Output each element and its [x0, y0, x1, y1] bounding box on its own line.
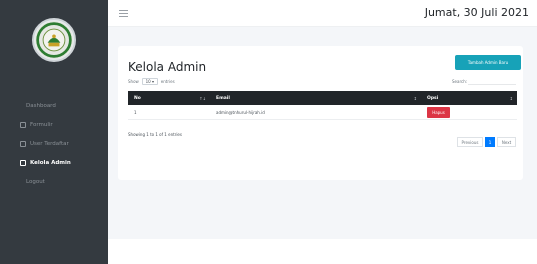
chevron-down-icon: ▾	[150, 79, 154, 84]
menu-toggle-icon[interactable]	[119, 10, 128, 17]
sidebar-item-logout[interactable]: Logout	[0, 172, 108, 191]
form-icon	[20, 121, 26, 128]
entries-select[interactable]: 10 ▾	[141, 78, 158, 85]
page-title: Kelola Admin	[128, 60, 207, 74]
entries-label: entries	[160, 79, 175, 84]
sort-icon: ↕	[509, 95, 513, 101]
users-icon	[20, 140, 26, 147]
table-row: 1 admin@tnhurul-hijrah.id Hapus	[128, 105, 517, 120]
top-bar: Jumat, 30 Juli 2021	[108, 0, 537, 27]
sidebar-item-label: Formulir	[30, 121, 53, 128]
content-area: Kelola Admin Tambah Admin Baru Show 10 ▾…	[108, 27, 537, 239]
school-logo	[32, 18, 76, 62]
search-label: Search:	[452, 79, 468, 84]
footer	[108, 239, 537, 264]
sidebar-nav: Dashboard Formulir User Terdaftar Kelola…	[0, 96, 108, 191]
table-info: Showing 1 to 1 of 1 entries	[128, 132, 182, 137]
sidebar-item-label: Logout	[26, 178, 45, 185]
table-header: No ↑↓ Email ↕ Opsi ↕	[128, 91, 517, 105]
search-input[interactable]	[468, 77, 516, 85]
sidebar: Dashboard Formulir User Terdaftar Kelola…	[0, 0, 108, 264]
column-header-no[interactable]: No ↑↓	[128, 91, 210, 105]
next-page-button[interactable]: Next	[497, 137, 516, 147]
cell-email: admin@tnhurul-hijrah.id	[216, 109, 265, 115]
pagination: Previous 1 Next	[457, 137, 516, 147]
cell-action: Hapus	[421, 105, 517, 119]
sort-icon: ↕	[413, 95, 417, 101]
sidebar-item-dashboard[interactable]: Dashboard	[0, 96, 108, 115]
admin-table: No ↑↓ Email ↕ Opsi ↕ 1 admin@tnhurul-hij…	[128, 91, 517, 120]
column-header-opsi[interactable]: Opsi ↕	[421, 91, 517, 105]
sort-icon: ↑↓	[199, 95, 206, 101]
column-header-email[interactable]: Email ↕	[210, 91, 421, 105]
add-admin-button[interactable]: Tambah Admin Baru	[455, 55, 521, 70]
admin-card: Kelola Admin Tambah Admin Baru Show 10 ▾…	[118, 46, 523, 180]
cell-no: 1	[134, 109, 137, 115]
sidebar-item-user-terdaftar[interactable]: User Terdaftar	[0, 134, 108, 153]
sidebar-item-label: Dashboard	[26, 102, 56, 109]
sidebar-item-kelola-admin[interactable]: Kelola Admin	[0, 153, 108, 172]
sidebar-item-label: User Terdaftar	[30, 140, 69, 147]
current-date: Jumat, 30 Juli 2021	[424, 6, 529, 19]
sidebar-item-label: Kelola Admin	[30, 159, 71, 166]
show-label: Show	[128, 79, 139, 84]
admin-icon	[20, 159, 26, 166]
page-1-button[interactable]: 1	[485, 137, 495, 147]
delete-button[interactable]: Hapus	[427, 106, 450, 118]
sidebar-item-formulir[interactable]: Formulir	[0, 115, 108, 134]
previous-page-button[interactable]: Previous	[457, 137, 483, 147]
entries-length-control: Show 10 ▾ entries	[128, 78, 175, 85]
